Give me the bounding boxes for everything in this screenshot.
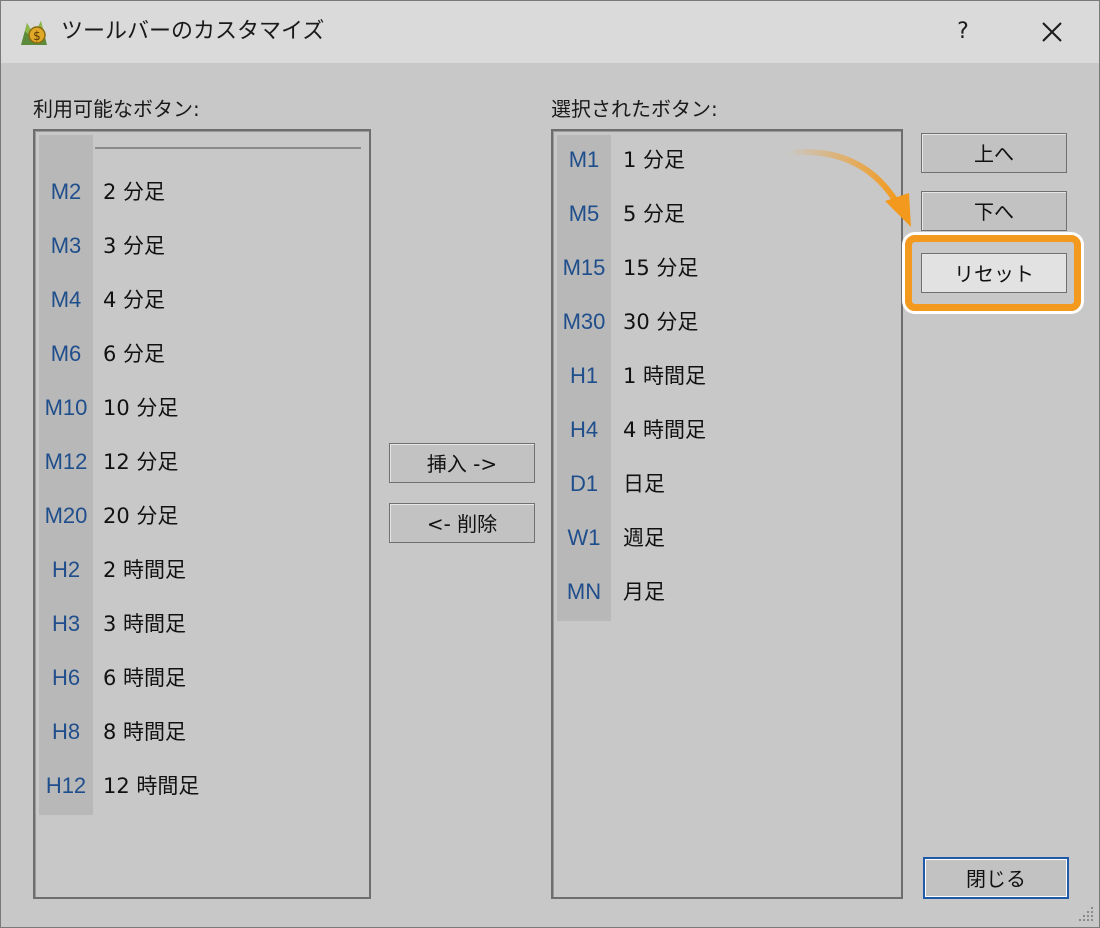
list-item[interactable]: M2 2 分足 [39, 165, 359, 219]
timeframe-label: 10 分足 [103, 396, 179, 420]
customize-toolbar-dialog: $ ツールバーのカスタマイズ ? 利用可能なボタン: M2 2 分足 M3 3 分足 M… [0, 0, 1100, 928]
timeframe-code-icon: D1 [569, 471, 599, 496]
list-item[interactable]: MN 月足 [557, 565, 877, 619]
timeframe-code-icon: M15 [562, 255, 606, 280]
list-item[interactable]: M12 12 分足 [39, 435, 359, 489]
timeframe-code-icon: M10 [44, 395, 88, 420]
list-item[interactable]: H6 6 時間足 [39, 651, 359, 705]
available-buttons-label: 利用可能なボタン: [33, 97, 200, 121]
list-separator [95, 147, 361, 149]
timeframe-code-icon: H4 [569, 417, 599, 442]
annotation-arrow-icon [786, 149, 911, 227]
insert-button[interactable]: 挿入 -> [389, 443, 535, 483]
move-up-button[interactable]: 上へ [921, 133, 1067, 173]
list-item[interactable]: M20 20 分足 [39, 489, 359, 543]
timeframe-label: 2 分足 [103, 180, 166, 204]
selected-buttons-label: 選択されたボタン: [551, 97, 718, 121]
timeframe-label: 6 時間足 [103, 666, 187, 690]
timeframe-label: 1 分足 [623, 148, 686, 172]
metatrader-app-icon: $ [21, 21, 47, 45]
timeframe-label: 1 時間足 [623, 364, 707, 388]
timeframe-label: 4 時間足 [623, 418, 707, 442]
list-item[interactable]: M10 10 分足 [39, 381, 359, 435]
timeframe-code-icon: H12 [45, 773, 87, 798]
timeframe-code-icon: M12 [44, 449, 88, 474]
timeframe-label: 3 分足 [103, 234, 166, 258]
timeframe-code-icon: H1 [569, 363, 599, 388]
move-down-button[interactable]: 下へ [921, 191, 1067, 231]
remove-button[interactable]: <- 削除 [389, 503, 535, 543]
list-item[interactable]: M6 6 分足 [39, 327, 359, 381]
list-item[interactable]: H4 4 時間足 [557, 403, 877, 457]
timeframe-label: 8 時間足 [103, 720, 187, 744]
timeframe-code-icon: MN [566, 579, 602, 604]
list-item[interactable]: D1 日足 [557, 457, 877, 511]
timeframe-code-icon: M4 [50, 287, 82, 312]
timeframe-code-icon: H3 [51, 611, 81, 636]
list-item[interactable]: H8 8 時間足 [39, 705, 359, 759]
timeframe-code-icon: H2 [51, 557, 81, 582]
list-item[interactable]: H12 12 時間足 [39, 759, 359, 813]
available-buttons-list[interactable]: M2 2 分足 M3 3 分足 M4 4 分足 M6 6 分足 M10 10 分足 M12 12 分足… [33, 129, 371, 899]
timeframe-label: 30 分足 [623, 310, 699, 334]
list-item[interactable]: M4 4 分足 [39, 273, 359, 327]
timeframe-label: 月足 [623, 580, 665, 604]
timeframe-label: 日足 [623, 472, 665, 496]
close-button[interactable]: 閉じる [923, 857, 1069, 899]
timeframe-code-icon: M20 [44, 503, 88, 528]
timeframe-code-icon: W1 [567, 525, 601, 550]
timeframe-code-icon: M6 [50, 341, 82, 366]
list-item[interactable]: W1 週足 [557, 511, 877, 565]
timeframe-label: 2 時間足 [103, 558, 187, 582]
timeframe-label: 12 時間足 [103, 774, 200, 798]
list-item[interactable]: H2 2 時間足 [39, 543, 359, 597]
resize-grip-icon[interactable] [1077, 905, 1095, 923]
selected-buttons-list[interactable]: M1 1 分足 M5 5 分足 M15 15 分足 M30 30 分足 H1 1 時間足 H4 4 時… [551, 129, 903, 899]
timeframe-code-icon: H6 [51, 665, 81, 690]
timeframe-code-icon: M1 [568, 147, 600, 172]
timeframe-label: 3 時間足 [103, 612, 187, 636]
timeframe-code-icon: M5 [568, 201, 600, 226]
title-bar[interactable]: $ ツールバーのカスタマイズ ? [1, 1, 1099, 63]
timeframe-code-icon: M30 [562, 309, 606, 334]
timeframe-label: 12 分足 [103, 450, 179, 474]
timeframe-code-icon: M2 [50, 179, 82, 204]
timeframe-label: 20 分足 [103, 504, 179, 528]
help-button[interactable]: ? [943, 13, 983, 51]
timeframe-label: 15 分足 [623, 256, 699, 280]
list-item[interactable]: M30 30 分足 [557, 295, 877, 349]
close-icon[interactable] [1031, 13, 1073, 51]
list-item[interactable]: H1 1 時間足 [557, 349, 877, 403]
svg-text:$: $ [33, 29, 41, 43]
timeframe-label: 5 分足 [623, 202, 686, 226]
reset-highlight-frame [905, 235, 1081, 311]
list-item[interactable]: M15 15 分足 [557, 241, 877, 295]
list-item[interactable]: M3 3 分足 [39, 219, 359, 273]
window-title: ツールバーのカスタマイズ [61, 19, 325, 44]
timeframe-code-icon: M3 [50, 233, 82, 258]
timeframe-code-icon: H8 [51, 719, 81, 744]
timeframe-label: 4 分足 [103, 288, 166, 312]
timeframe-label: 6 分足 [103, 342, 166, 366]
timeframe-label: 週足 [623, 526, 665, 550]
list-item[interactable]: H3 3 時間足 [39, 597, 359, 651]
